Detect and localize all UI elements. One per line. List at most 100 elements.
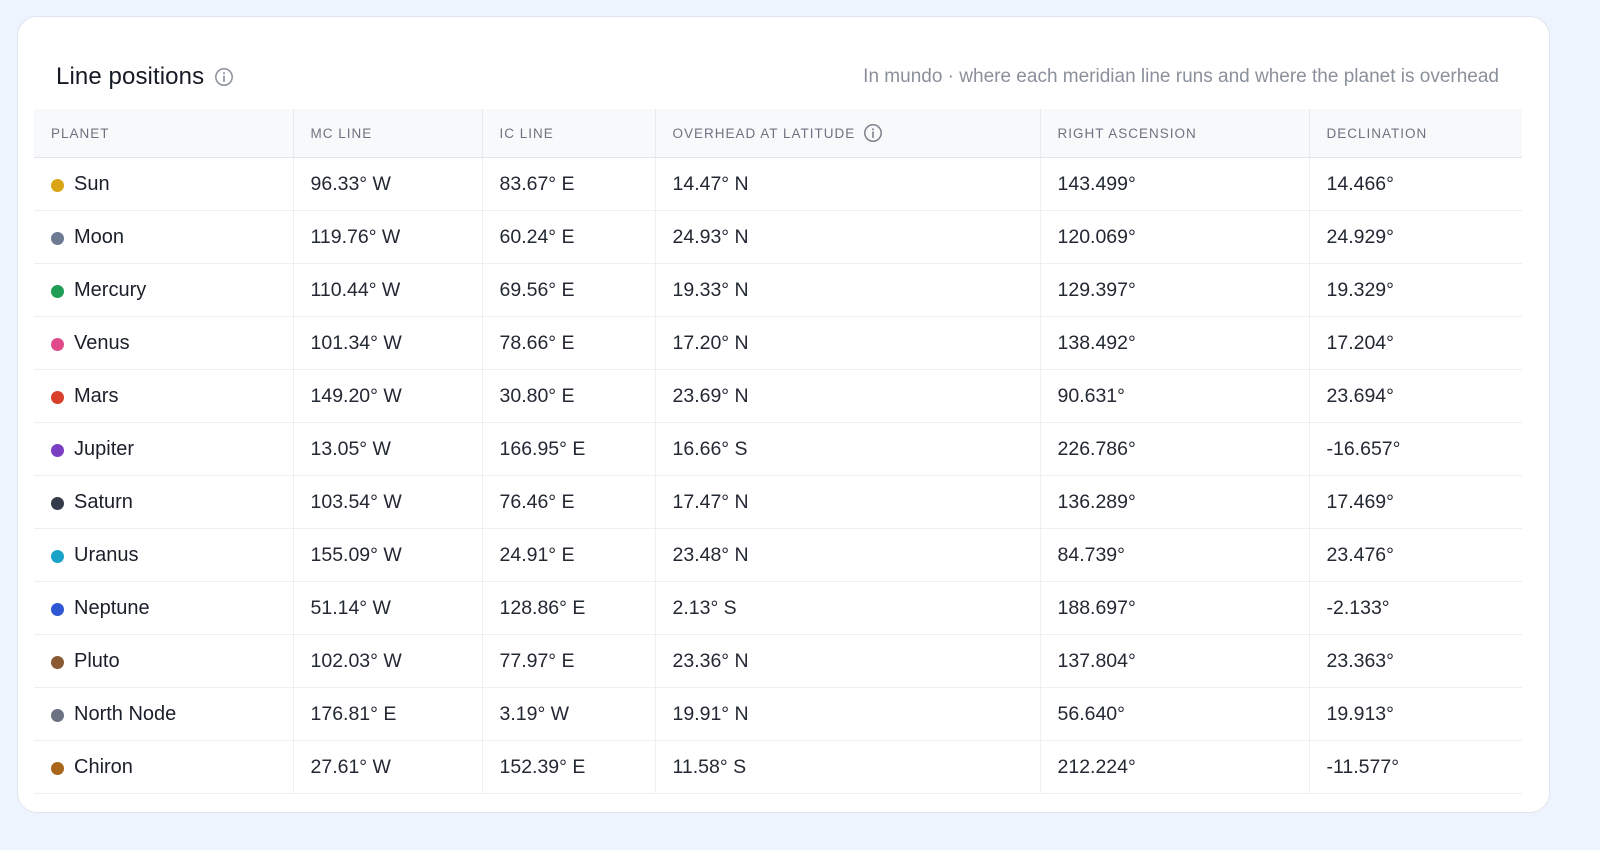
right-ascension-cell: 188.697° [1040,581,1310,635]
right-ascension-cell: 212.224° [1040,740,1310,794]
planet-name: Moon [74,225,125,248]
declination-cell: -11.577° [1309,740,1522,794]
ic-line-cell: 76.46° E [482,475,656,529]
planet-name: Neptune [74,596,150,619]
table-row: Venus 101.34° W 78.66° E 17.20° N 138.492° 17… [34,316,1522,370]
column-header-planet[interactable]: PLANET [34,109,294,158]
planet-color-dot [51,178,64,192]
line-positions-table-wrap: PLANET MC LINE IC LINE OVERHEAD AT LATIT… [34,109,1522,794]
table-row: Saturn 103.54° W 76.46° E 17.47° N 136.289° 1… [34,475,1522,529]
overhead-latitude-cell: 23.69° N [655,369,1041,423]
mc-line-cell: 13.05° W [293,422,483,476]
mc-line-cell: 103.54° W [293,475,483,529]
planet-color-dot [51,443,64,457]
planet-label-group: Uranus [51,544,293,567]
planet-name: North Node [74,702,177,725]
planet-name: Mars [74,384,119,407]
ic-line-cell: 30.80° E [482,369,656,423]
mc-line-cell: 51.14° W [293,581,483,635]
overhead-latitude-cell: 11.58° S [655,740,1041,794]
planet-name: Jupiter [74,437,135,460]
column-header-ic-line[interactable]: IC LINE [482,109,656,158]
overhead-latitude-cell: 24.93° N [655,210,1041,264]
planet-cell: Neptune [34,581,294,635]
column-header-overhead-at-latitude[interactable]: OVERHEAD AT LATITUDE [655,109,1041,158]
card-title: Line positions [56,63,205,90]
mc-line-cell: 110.44° W [293,263,483,317]
planet-cell: Saturn [34,475,294,529]
column-header-mc-line[interactable]: MC LINE [293,109,483,158]
planet-label-group: Moon [51,226,293,249]
planet-color-dot [51,390,64,404]
planet-color-dot [51,549,64,563]
column-header-overhead-label: OVERHEAD AT LATITUDE [672,125,856,141]
declination-cell: 17.469° [1309,475,1522,529]
mc-line-cell: 176.81° E [293,687,483,741]
planet-color-dot [51,231,64,245]
ic-line-cell: 152.39° E [482,740,656,794]
right-ascension-cell: 84.739° [1040,528,1310,582]
planet-name: Pluto [74,649,120,672]
overhead-latitude-cell: 17.20° N [655,316,1041,370]
table-row: Neptune 51.14° W 128.86° E 2.13° S 188.697° -… [34,581,1522,635]
planet-name: Saturn [74,490,133,513]
right-ascension-cell: 56.640° [1040,687,1310,741]
ic-line-cell: 83.67° E [482,157,656,211]
mc-line-cell: 101.34° W [293,316,483,370]
declination-cell: 23.363° [1309,634,1522,688]
planet-label-group: Mercury [51,279,293,302]
planet-label-group: North Node [51,703,293,726]
ic-line-cell: 128.86° E [482,581,656,635]
table-row: North Node 176.81° E 3.19° W 19.91° N 56.640… [34,687,1522,741]
planet-color-dot [51,496,64,510]
declination-cell: -2.133° [1309,581,1522,635]
declination-cell: 17.204° [1309,316,1522,370]
planet-cell: Uranus [34,528,294,582]
table-row: Moon 119.76° W 60.24° E 24.93° N 120.069° 24.… [34,210,1522,264]
declination-cell: 24.929° [1309,210,1522,264]
planet-color-dot [51,337,64,351]
info-icon[interactable] [214,67,234,87]
mc-line-cell: 96.33° W [293,157,483,211]
planet-label-group: Saturn [51,491,293,514]
planet-color-dot [51,655,64,669]
planet-label-group: Venus [51,332,293,355]
table-row: Mars 149.20° W 30.80° E 23.69° N 90.631° 23.6… [34,369,1522,423]
declination-cell: 14.466° [1309,157,1522,211]
line-positions-table: PLANET MC LINE IC LINE OVERHEAD AT LATIT… [34,109,1522,794]
table-row: Pluto 102.03° W 77.97° E 23.36° N 137.804° 23… [34,634,1522,688]
card-header: Line positions In mundo · where each mer… [56,57,1499,97]
planet-name: Venus [74,331,130,354]
info-icon[interactable] [863,123,883,143]
planet-cell: Moon [34,210,294,264]
mc-line-cell: 149.20° W [293,369,483,423]
table-row: Mercury 110.44° W 69.56° E 19.33° N 129.397°… [34,263,1522,317]
declination-cell: 23.476° [1309,528,1522,582]
ic-line-cell: 69.56° E [482,263,656,317]
right-ascension-cell: 90.631° [1040,369,1310,423]
right-ascension-cell: 129.397° [1040,263,1310,317]
planet-name: Mercury [74,278,147,301]
planet-cell: Venus [34,316,294,370]
ic-line-cell: 60.24° E [482,210,656,264]
column-header-declination[interactable]: DECLINATION [1309,109,1522,158]
planet-cell: North Node [34,687,294,741]
declination-cell: -16.657° [1309,422,1522,476]
card-subtitle: In mundo · where each meridian line runs… [863,66,1499,87]
planet-name: Chiron [74,755,133,778]
column-header-right-ascension[interactable]: RIGHT ASCENSION [1040,109,1310,158]
mc-line-cell: 119.76° W [293,210,483,264]
right-ascension-cell: 136.289° [1040,475,1310,529]
mc-line-cell: 27.61° W [293,740,483,794]
overhead-latitude-cell: 23.48° N [655,528,1041,582]
planet-label-group: Chiron [51,756,293,779]
overhead-latitude-cell: 17.47° N [655,475,1041,529]
ic-line-cell: 166.95° E [482,422,656,476]
planet-label-group: Mars [51,385,293,408]
declination-cell: 19.913° [1309,687,1522,741]
table-row: Uranus 155.09° W 24.91° E 23.48° N 84.739° 23… [34,528,1522,582]
declination-cell: 19.329° [1309,263,1522,317]
planet-label-group: Pluto [51,650,293,673]
planet-name: Sun [74,172,110,195]
planet-cell: Mercury [34,263,294,317]
